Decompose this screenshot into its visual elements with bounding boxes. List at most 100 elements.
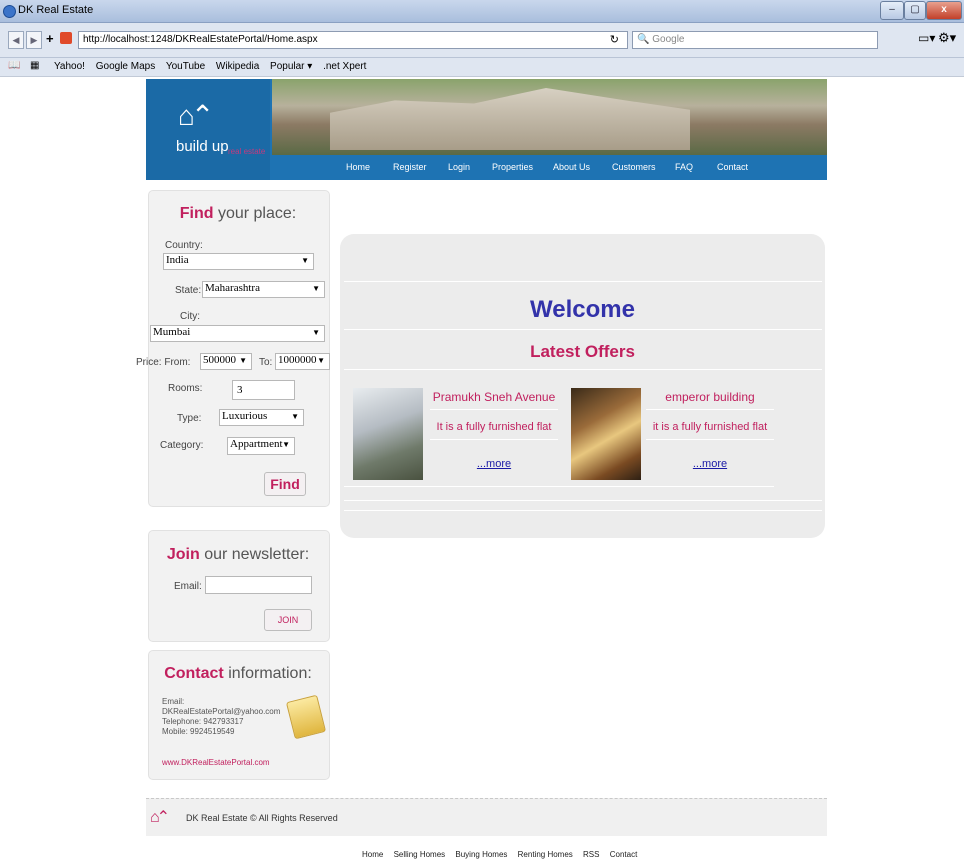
- city-value: Mumbai: [153, 326, 191, 338]
- price-from-select[interactable]: 500000 ▼: [200, 353, 252, 370]
- contact-heading: Contact information:: [148, 665, 328, 683]
- find-button[interactable]: Find: [264, 472, 306, 496]
- chevron-down-icon: ▼: [312, 328, 320, 337]
- offer-description: it is a fully furnished flat: [652, 421, 768, 433]
- country-value: India: [166, 254, 189, 266]
- chevron-down-icon: ▼: [291, 412, 299, 421]
- footer-link-renting[interactable]: Renting Homes: [518, 850, 573, 859]
- state-label: State:: [175, 285, 202, 296]
- browser-icon: [3, 5, 16, 18]
- category-label: Category:: [160, 440, 204, 451]
- country-select[interactable]: India ▼: [163, 253, 314, 270]
- footer-link-buying[interactable]: Buying Homes: [455, 850, 507, 859]
- offer-more-link[interactable]: ...more: [646, 458, 774, 470]
- price-to-select[interactable]: 1000000 ▼: [275, 353, 330, 370]
- forward-icon[interactable]: ▶: [26, 31, 42, 49]
- city-select[interactable]: Mumbai ▼: [150, 325, 325, 342]
- join-button[interactable]: JOIN: [264, 609, 312, 631]
- bookmark-links: Yahoo! Google Maps YouTube Wikipedia Pop…: [54, 61, 374, 72]
- bookmark-youtube[interactable]: YouTube: [166, 61, 205, 72]
- search-icon: 🔍: [637, 34, 650, 45]
- type-value: Luxurious: [222, 410, 268, 422]
- price-from-value: 500000: [203, 354, 236, 366]
- divider: [344, 510, 822, 511]
- chevron-down-icon: ▼: [301, 256, 309, 265]
- minimize-button[interactable]: –: [880, 1, 904, 20]
- nav-properties[interactable]: Properties: [492, 162, 533, 172]
- offer-image-interior[interactable]: [571, 388, 641, 480]
- state-value: Maharashtra: [205, 282, 260, 294]
- offer-image-building[interactable]: [353, 388, 423, 480]
- footer-copyright: DK Real Estate © All Rights Reserved: [186, 813, 338, 823]
- bookmarks-grid-icon[interactable]: ▦: [30, 60, 39, 71]
- nav-customers[interactable]: Customers: [612, 162, 656, 172]
- page-menu-icon[interactable]: ▭▾: [918, 31, 935, 45]
- browser-navbar: ◀ ▶ + http://localhost:1248/DKRealEstate…: [0, 23, 964, 58]
- bookmarks-book-icon[interactable]: 📖: [8, 60, 20, 71]
- divider: [430, 409, 558, 410]
- chevron-down-icon: ▼: [317, 356, 325, 365]
- price-from-label: Price: From:: [136, 357, 191, 368]
- divider: [430, 439, 558, 440]
- divider: [646, 409, 774, 410]
- bookmark-wikipedia[interactable]: Wikipedia: [216, 61, 259, 72]
- logo-house-icon: ⌂⌃: [178, 100, 214, 131]
- main-content: Welcome Latest Offers Pramukh Sneh Avenu…: [340, 234, 825, 538]
- top-navigation: Home Register Login Properties About Us …: [272, 155, 827, 180]
- tools-gear-icon[interactable]: ⚙▾: [938, 30, 956, 46]
- category-select[interactable]: Appartment ▼: [227, 437, 295, 455]
- city-label: City:: [180, 311, 200, 322]
- contact-mobile: Mobile: 9924519549: [162, 727, 235, 736]
- offer-title[interactable]: emperor building: [646, 390, 774, 404]
- nav-login[interactable]: Login: [448, 162, 470, 172]
- site-footer: ⌂⌃ DK Real Estate © All Rights Reserved: [146, 798, 827, 836]
- window-titlebar: DK Real Estate – ▢ x: [0, 0, 964, 23]
- chevron-down-icon: ▼: [312, 284, 320, 293]
- latest-offers-heading: Latest Offers: [530, 342, 635, 361]
- footer-logo-icon: ⌂⌃: [150, 809, 170, 826]
- bookmark-yahoo[interactable]: Yahoo!: [54, 61, 85, 72]
- newsletter-email-input[interactable]: [205, 576, 312, 594]
- offer-more-link[interactable]: ...more: [430, 458, 558, 470]
- nav-register[interactable]: Register: [393, 162, 427, 172]
- home-icon[interactable]: [60, 32, 72, 44]
- find-heading-rest: your place:: [213, 205, 297, 222]
- footer-link-contact[interactable]: Contact: [610, 850, 638, 859]
- bookmark-popular[interactable]: Popular ▾: [270, 61, 312, 72]
- rooms-input[interactable]: 3: [232, 380, 295, 400]
- maximize-button[interactable]: ▢: [904, 1, 926, 20]
- nav-faq[interactable]: FAQ: [675, 162, 693, 172]
- footer-link-home[interactable]: Home: [362, 850, 383, 859]
- divider: [344, 329, 822, 330]
- offer-description: It is a fully furnished flat: [436, 421, 552, 433]
- logo-text[interactable]: build up: [176, 138, 229, 155]
- contact-website[interactable]: www.DKRealEstatePortal.com: [162, 758, 270, 767]
- offer-title[interactable]: Pramukh Sneh Avenue: [430, 390, 558, 404]
- add-tab-icon[interactable]: +: [46, 31, 54, 46]
- nav-about-us[interactable]: About Us: [553, 162, 590, 172]
- email-label: Email:: [174, 581, 202, 592]
- type-select[interactable]: Luxurious ▼: [219, 409, 304, 426]
- search-box[interactable]: 🔍 Google: [632, 31, 878, 49]
- state-select[interactable]: Maharashtra ▼: [202, 281, 325, 298]
- divider: [344, 500, 822, 501]
- close-button[interactable]: x: [926, 1, 962, 20]
- divider: [344, 281, 822, 282]
- back-icon[interactable]: ◀: [8, 31, 24, 49]
- footer-link-rss[interactable]: RSS: [583, 850, 599, 859]
- address-bar[interactable]: http://localhost:1248/DKRealEstatePortal…: [78, 31, 628, 49]
- nav-home[interactable]: Home: [346, 162, 370, 172]
- price-to-label: To:: [259, 357, 273, 368]
- logo-subtext: real estate: [228, 147, 266, 156]
- newsletter-heading-rest: our newsletter:: [199, 546, 310, 563]
- footer-link-selling[interactable]: Selling Homes: [394, 850, 446, 859]
- nav-contact[interactable]: Contact: [717, 162, 748, 172]
- window-title: DK Real Estate: [18, 4, 94, 16]
- bookmark-net-xpert[interactable]: .net Xpert: [323, 61, 366, 72]
- category-value: Appartment: [230, 438, 283, 450]
- reload-icon[interactable]: ↻: [610, 32, 619, 48]
- contact-email[interactable]: DKRealEstatePortal@yahoo.com: [162, 707, 280, 717]
- find-heading-bold: Find: [179, 205, 214, 222]
- bookmark-google-maps[interactable]: Google Maps: [96, 61, 155, 72]
- price-to-value: 1000000: [278, 354, 317, 366]
